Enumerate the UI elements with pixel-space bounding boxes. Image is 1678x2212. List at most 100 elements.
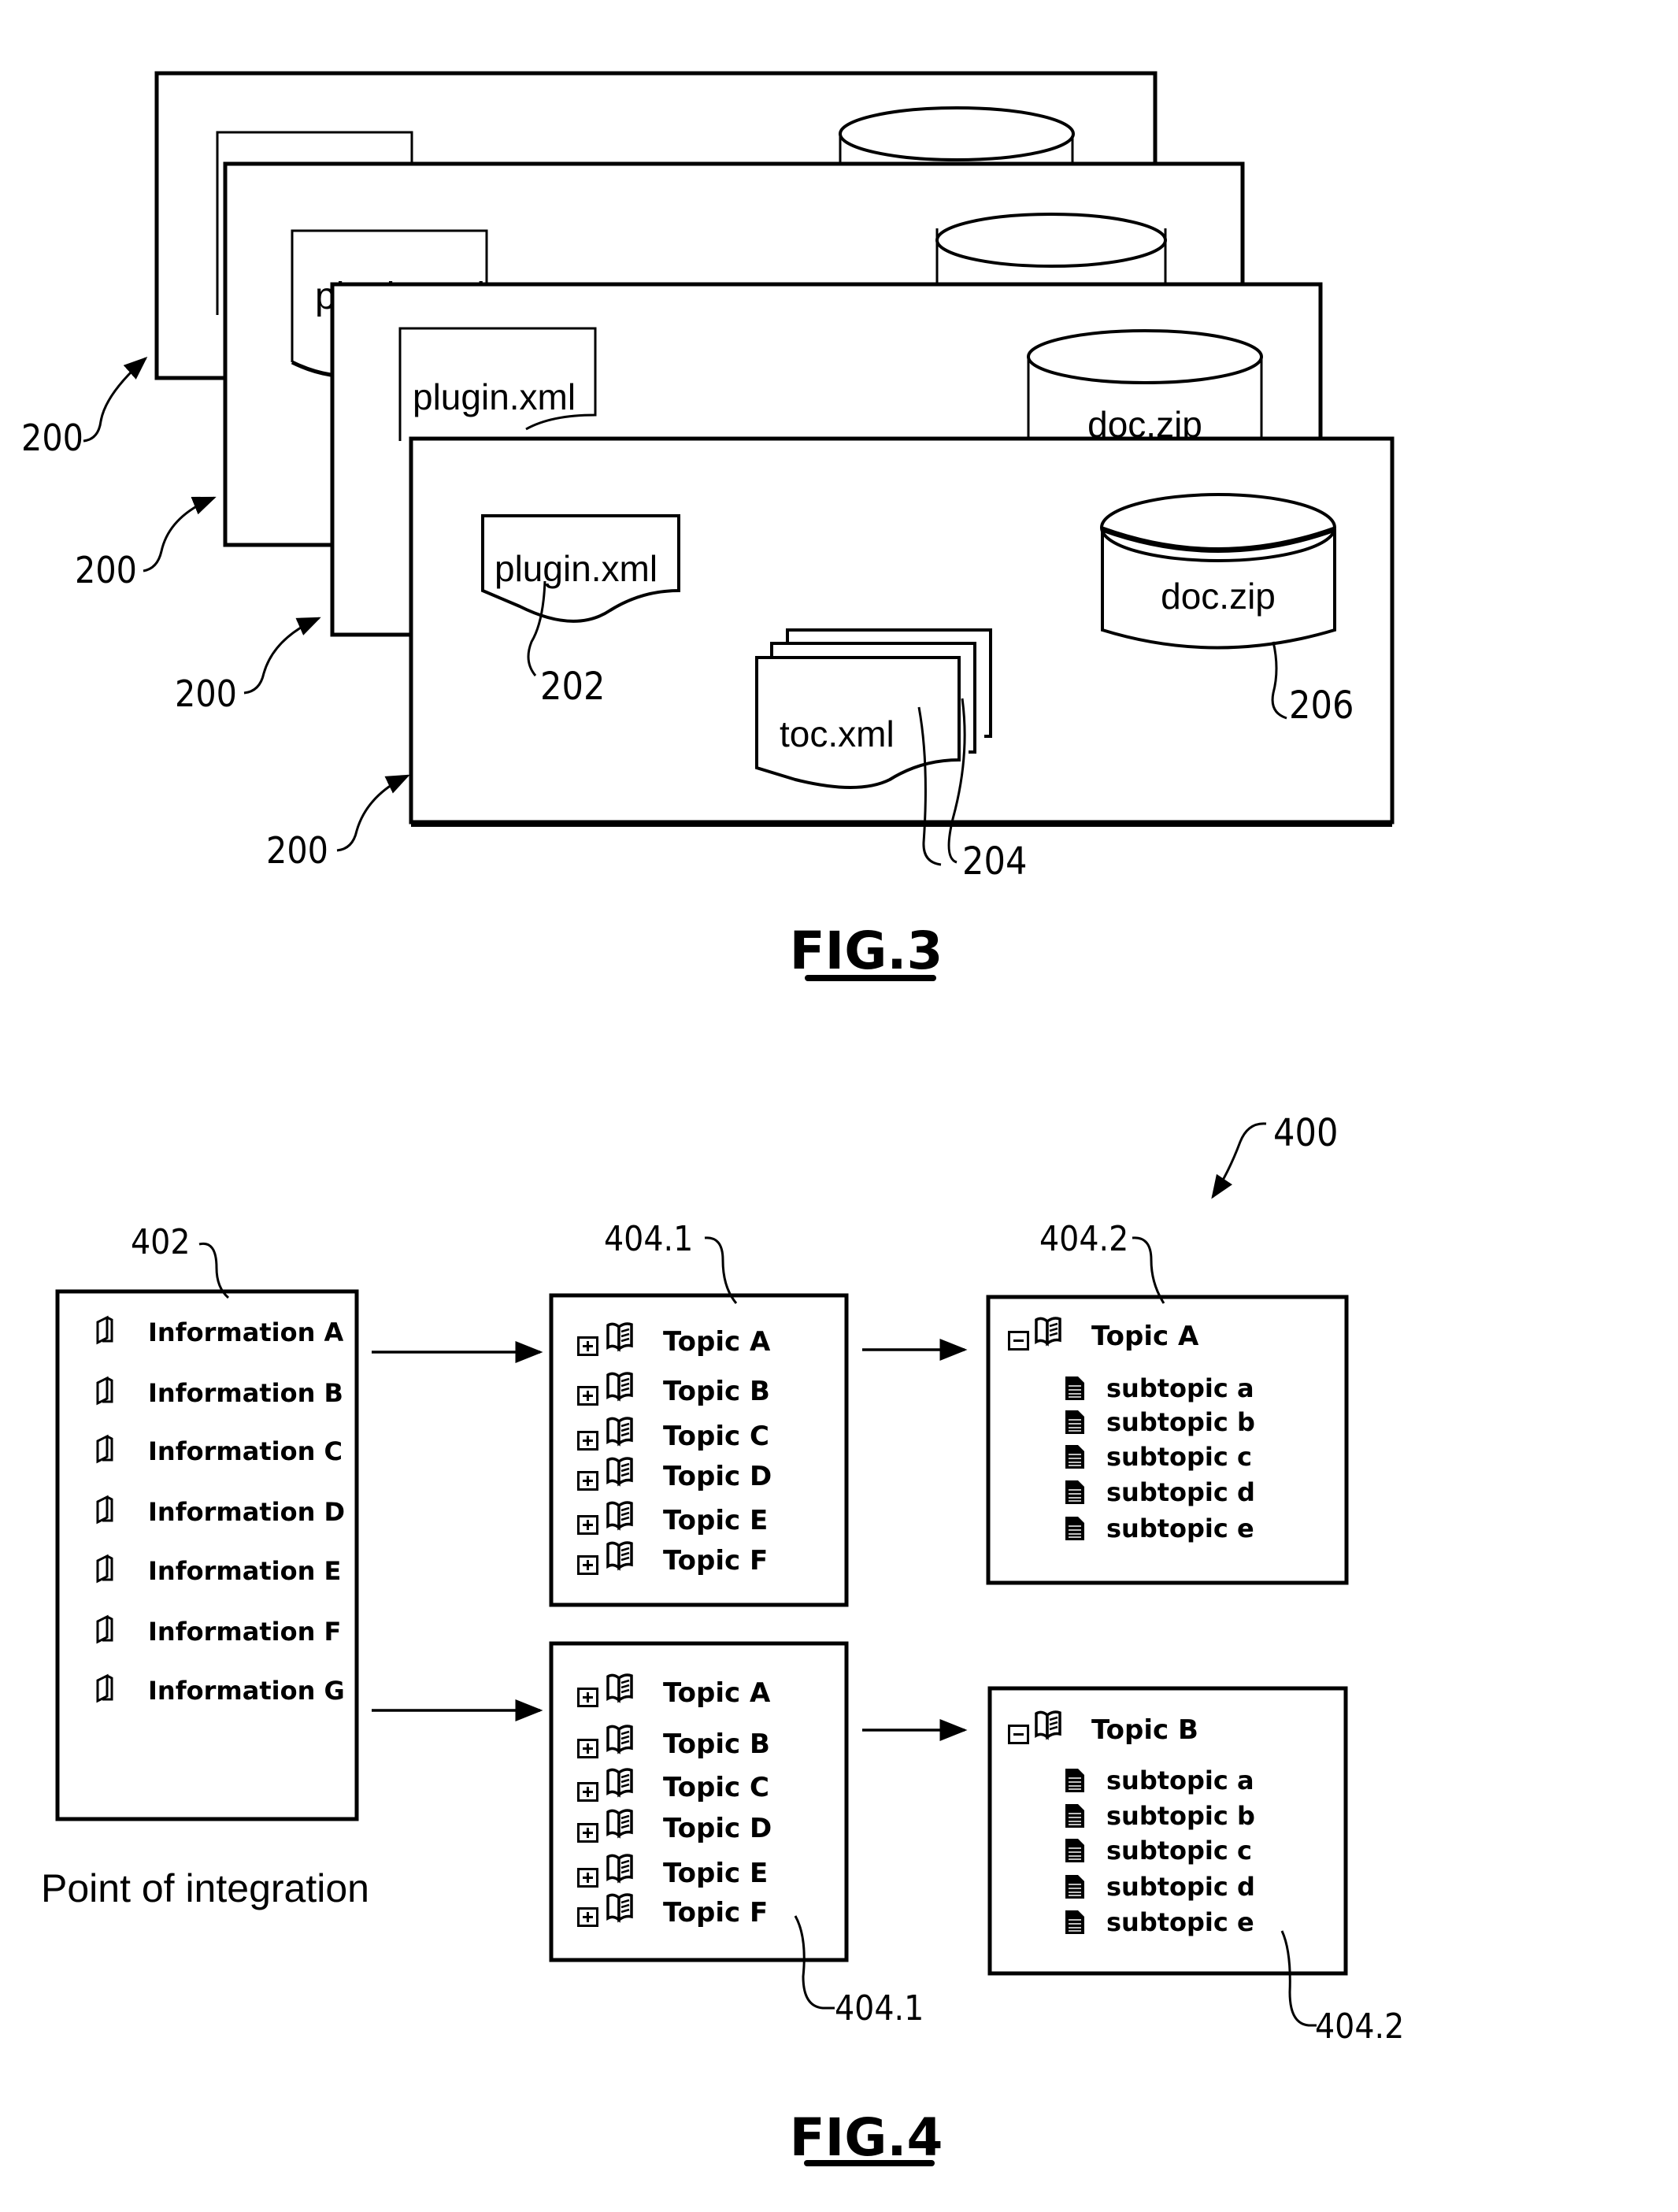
topic-item-label: Topic B: [663, 1728, 770, 1760]
information-item-label: Information A: [148, 1317, 343, 1347]
toc-xml-label: toc.xml: [780, 713, 895, 754]
page-document-icon: [1065, 1410, 1085, 1435]
information-item-label: Information G: [148, 1676, 345, 1706]
open-book-icon: [606, 1809, 633, 1837]
svg-text:200: 200: [75, 549, 137, 591]
svg-text:FIG.4: FIG.4: [790, 2107, 943, 2168]
svg-text:200: 200: [175, 672, 237, 715]
subtopic-item-label: subtopic d: [1106, 1872, 1255, 1902]
topic-expanded-label: Topic B: [1091, 1714, 1198, 1746]
information-item-label: Information D: [148, 1497, 345, 1527]
open-book-icon: [606, 1372, 633, 1400]
topic-item-label: Topic A: [663, 1677, 771, 1709]
expand-plus-icon: [577, 1471, 598, 1491]
subtopic-item-label: subtopic d: [1106, 1477, 1255, 1507]
topic-expanded-label: Topic A: [1091, 1321, 1199, 1352]
topic-item-label: Topic D: [663, 1461, 772, 1492]
topic-item-label: Topic D: [663, 1813, 772, 1844]
svg-text:204: 204: [962, 839, 1027, 884]
open-book-icon: [606, 1893, 633, 1921]
expand-plus-icon: [577, 1555, 598, 1575]
expand-plus-icon: [577, 1868, 598, 1888]
point-of-integration-caption: Point of integration: [41, 1866, 369, 1910]
information-item-label: Information E: [148, 1556, 341, 1586]
page-document-icon: [1065, 1838, 1085, 1863]
svg-text:200: 200: [21, 417, 83, 459]
topic-item-label: Topic C: [663, 1772, 769, 1803]
subtopic-item-label: subtopic b: [1106, 1407, 1255, 1437]
fig3-caption: FIG.3: [790, 921, 943, 981]
open-book-icon: [1035, 1710, 1061, 1739]
open-book-icon: [606, 1322, 633, 1351]
subtopic-item-label: subtopic a: [1106, 1766, 1254, 1795]
toc-level1-bottom-box: 404.1 Topic A Topic B Topic C Topic D Topic …: [549, 1641, 924, 2029]
toc-level2-bottom-box: 404.2 Topic B subtopic a subtopic b subtopi…: [987, 1686, 1404, 2047]
ref-404-1-top: 404.1: [604, 1219, 738, 1304]
svg-text:200: 200: [266, 829, 328, 872]
integration-box-frame: [55, 1289, 359, 1821]
collapse-minus-icon: [1008, 1725, 1029, 1744]
subtopic-item-label: subtopic b: [1106, 1801, 1255, 1831]
toc-level1-top-box: 404.1 Topic A Topic B Topic C Topic D Topic …: [549, 1219, 849, 1607]
expand-plus-icon: [577, 1515, 598, 1535]
open-book-icon: [606, 1541, 633, 1569]
information-item-label: Information C: [148, 1436, 343, 1466]
topic-item-label: Topic F: [663, 1897, 768, 1929]
ref-200-panel-3: 200: [175, 617, 321, 715]
expand-plus-icon: [577, 1907, 598, 1927]
subtopic-item-label: subtopic c: [1106, 1442, 1252, 1472]
subtopic-item-label: subtopic a: [1106, 1373, 1254, 1403]
information-item-label: Information F: [148, 1617, 341, 1647]
svg-text:FIG.3: FIG.3: [790, 921, 943, 981]
svg-text:404.2: 404.2: [1039, 1219, 1128, 1259]
svg-text:404.2: 404.2: [1315, 2006, 1404, 2047]
open-book-icon: [606, 1673, 633, 1702]
topic-item-label: Topic F: [663, 1545, 768, 1577]
topic-item-label: Topic C: [663, 1421, 769, 1452]
toc-level2-top-box: 404.2 Topic A subtopic a subtopic b subtopi…: [986, 1219, 1349, 1585]
topic-item-label: Topic B: [663, 1376, 770, 1407]
ref-400: 400: [1211, 1111, 1338, 1199]
svg-text:206: 206: [1289, 684, 1354, 728]
expand-plus-icon: [577, 1431, 598, 1451]
expand-plus-icon: [577, 1823, 598, 1843]
expand-plus-icon: [577, 1386, 598, 1406]
topic-item-label: Topic A: [663, 1326, 771, 1358]
open-book-icon: [606, 1457, 633, 1485]
open-book-icon: [606, 1725, 633, 1753]
ref-402: 402: [131, 1222, 230, 1299]
plugin-panel-4: plugin.xml toc.xml doc.zip 202 204 206: [409, 436, 1395, 884]
expand-plus-icon: [577, 1688, 598, 1707]
integration-point-box: 402 Information A Information B Informatio…: [41, 1222, 369, 1910]
fig4-caption: FIG.4: [790, 2107, 943, 2168]
svg-text:400: 400: [1273, 1111, 1338, 1155]
topic-item-label: Topic E: [663, 1858, 768, 1889]
page-document-icon: [1065, 1444, 1085, 1469]
page-document-icon: [1065, 1910, 1085, 1935]
svg-text:402: 402: [131, 1222, 191, 1262]
subtopic-item-label: subtopic e: [1106, 1514, 1254, 1543]
page-document-icon: [1065, 1480, 1085, 1505]
open-book-icon: [606, 1854, 633, 1882]
fig3: plugin.xml plugin.xml doc.zip: [21, 71, 1395, 981]
open-book-icon: [606, 1768, 633, 1796]
page-document-icon: [1065, 1516, 1085, 1541]
svg-text:202: 202: [540, 665, 605, 709]
svg-text:404.1: 404.1: [835, 1988, 924, 2029]
expand-plus-icon: [577, 1782, 598, 1802]
collapse-minus-icon: [1008, 1331, 1029, 1351]
doc-zip-cylinder-icon: doc.zip: [1100, 493, 1336, 650]
expand-plus-icon: [577, 1336, 598, 1356]
ref-200-panel-4: 200: [266, 774, 410, 872]
page-document-icon: [1065, 1376, 1085, 1401]
plugin-xml-label: plugin.xml: [495, 548, 657, 589]
page-document-icon: [1065, 1803, 1085, 1829]
page-document-icon: [1065, 1768, 1085, 1793]
ref-404-2-top: 404.2: [1039, 1219, 1165, 1304]
information-item-label: Information B: [148, 1378, 343, 1408]
plugin-xml-label: plugin.xml: [413, 376, 576, 417]
svg-text:404.1: 404.1: [604, 1219, 693, 1259]
ref-200-panel-2: 200: [75, 496, 217, 591]
expand-plus-icon: [577, 1739, 598, 1758]
open-book-icon: [1035, 1317, 1061, 1345]
